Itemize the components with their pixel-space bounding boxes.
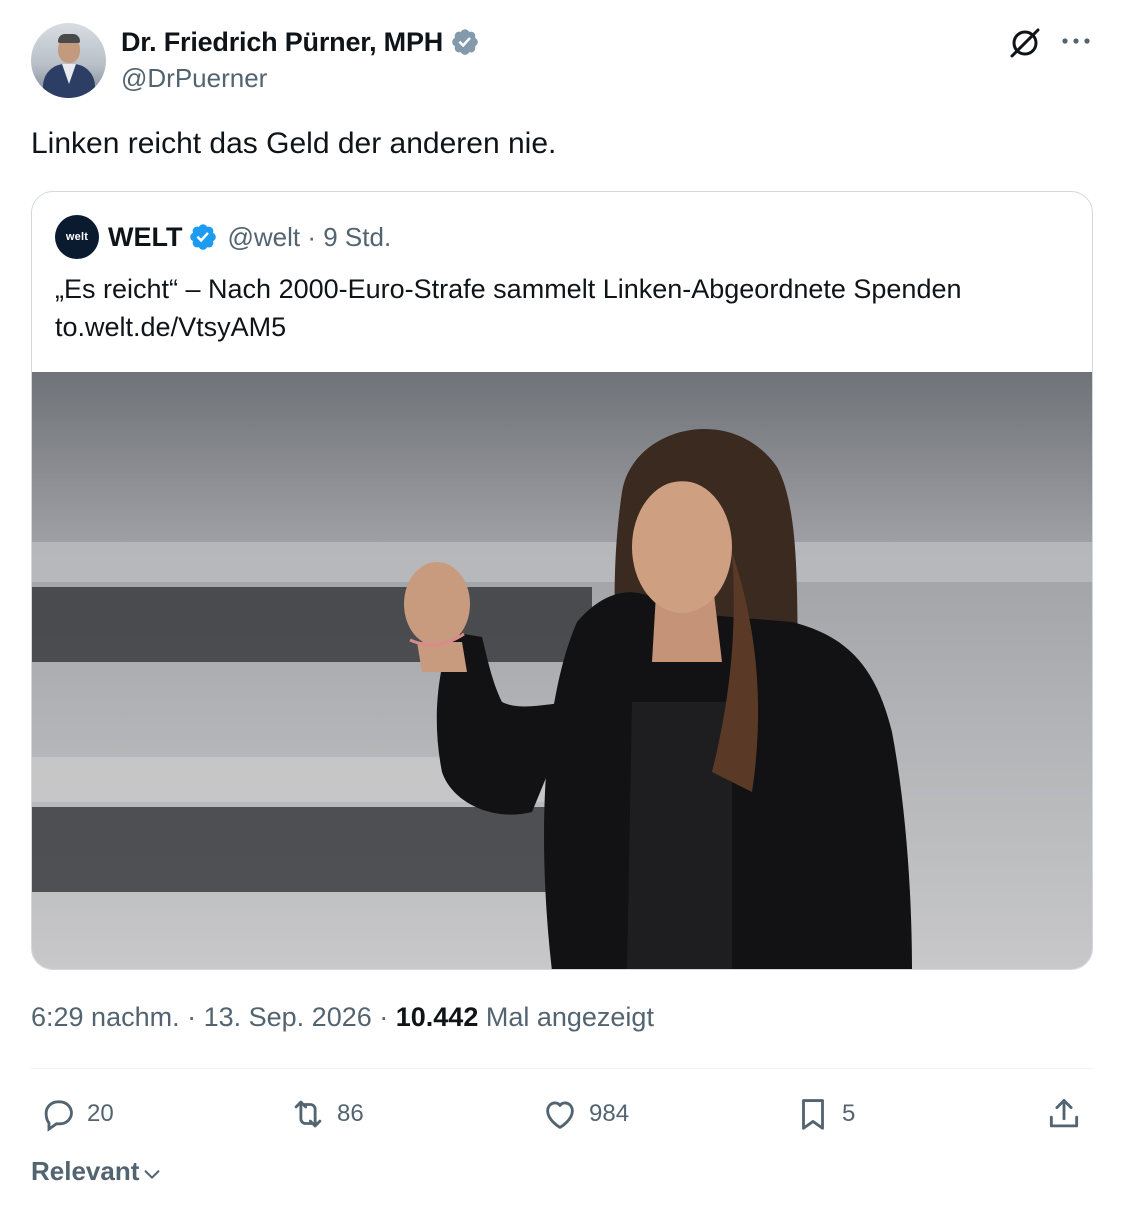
meta-separator: · (179, 1002, 204, 1032)
sort-label: Relevant (31, 1156, 140, 1186)
reply-count: 20 (87, 1100, 114, 1127)
author-handle[interactable]: @DrPuerner (121, 63, 267, 94)
quoted-post-meta: @welt · 9 Std. (227, 222, 391, 253)
like-button[interactable]: 984 (541, 1090, 629, 1138)
author-name-row: Dr. Friedrich Pürner, MPH (121, 26, 480, 58)
more-icon[interactable] (1059, 31, 1093, 51)
quoted-author-name[interactable]: WELT (108, 222, 182, 253)
quoted-post-text: „Es reicht“ – Nach 2000-Euro-Strafe samm… (55, 270, 1075, 346)
quoted-post-card[interactable]: welt WELT @welt · 9 Std. „Es reicht“ – N… (31, 191, 1093, 970)
quoted-post-header: welt WELT @welt · 9 Std. (55, 215, 391, 259)
verified-badge-icon (190, 224, 217, 250)
post-meta-row: 6:29 nachm. · 13. Sep. 2026 · 10.442 Mal… (31, 1002, 654, 1033)
share-icon (1049, 1099, 1079, 1128)
views-count[interactable]: 10.442 (396, 1002, 479, 1033)
share-button[interactable] (1045, 1090, 1083, 1138)
verified-badge-icon (452, 29, 478, 55)
divider (31, 1068, 1093, 1069)
post-time[interactable]: 6:29 nachm. (31, 1002, 180, 1033)
grok-icon[interactable] (1007, 25, 1043, 61)
bookmark-count: 5 (842, 1100, 856, 1127)
bookmark-button[interactable]: 5 (794, 1090, 855, 1138)
author-avatar[interactable] (31, 23, 106, 98)
views-label: Mal angezeigt (478, 1002, 654, 1032)
like-count: 984 (589, 1100, 630, 1127)
welt-logo-avatar[interactable]: welt (55, 215, 99, 259)
heart-icon (546, 1101, 574, 1129)
quoted-post-headline: „Es reicht“ – Nach 2000-Euro-Strafe samm… (55, 274, 962, 304)
repost-icon (294, 1100, 322, 1128)
quoted-post-time[interactable]: 9 Std. (323, 222, 391, 253)
repost-button[interactable]: 86 (289, 1090, 364, 1138)
post-date[interactable]: 13. Sep. 2026 (204, 1002, 372, 1033)
quoted-post-link[interactable]: to.welt.de/VtsyAM5 (55, 308, 1075, 346)
post-author-header: Dr. Friedrich Pürner, MPH @DrPuerner (31, 23, 1093, 99)
post-text: Linken reicht das Geld der anderen nie. (31, 127, 557, 160)
reply-sort-selector[interactable]: Relevant (31, 1156, 163, 1187)
repost-count: 86 (337, 1100, 364, 1127)
author-display-name[interactable]: Dr. Friedrich Pürner, MPH (121, 27, 443, 58)
meta-separator: · (300, 221, 324, 252)
speaker-photo-illustration (32, 372, 1092, 969)
bookmark-icon (802, 1099, 824, 1130)
quoted-post-image[interactable] (32, 372, 1092, 969)
reply-icon (44, 1100, 73, 1132)
reply-button[interactable]: 20 (39, 1090, 114, 1138)
meta-separator: · (371, 1002, 396, 1032)
action-bar: 20 86 984 5 (31, 1090, 1093, 1138)
chevron-down-icon (144, 1169, 160, 1179)
quoted-author-handle[interactable]: @welt (227, 222, 300, 253)
